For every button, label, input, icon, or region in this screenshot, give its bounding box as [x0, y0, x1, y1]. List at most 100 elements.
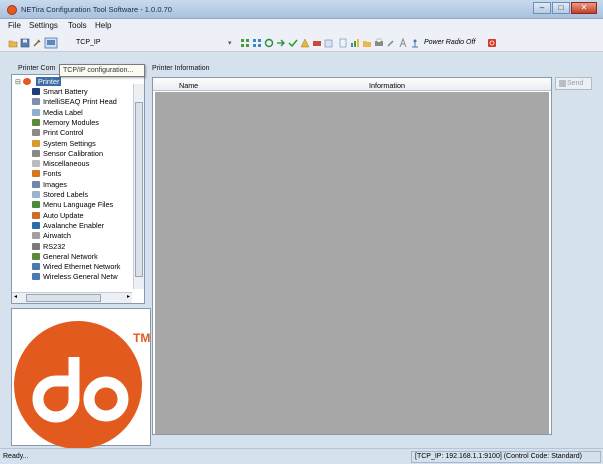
tree-item[interactable]: Airwatch — [32, 231, 71, 241]
tree-item-label: Fonts — [43, 169, 62, 179]
tree-item-label: Avalanche Enabler — [43, 220, 105, 230]
menu-file[interactable]: File — [8, 21, 21, 30]
tree-item[interactable]: Wired Ethernet Network — [32, 262, 120, 272]
send-button[interactable]: Send — [555, 77, 592, 90]
window-title: NETira Configuration Tool Software - 1.0… — [21, 5, 172, 14]
printer-red-icon[interactable] — [312, 38, 322, 48]
minimize-button[interactable]: – — [533, 2, 551, 14]
menu-help[interactable]: Help — [95, 21, 111, 30]
radio-tower-icon[interactable] — [410, 38, 420, 48]
arrow-right-icon[interactable] — [276, 38, 286, 48]
open-folder-icon[interactable] — [8, 38, 18, 48]
fonts-icon — [32, 170, 40, 178]
save-icon[interactable] — [20, 38, 30, 48]
sensor-icon — [32, 149, 40, 157]
grid-icon[interactable] — [240, 38, 250, 48]
tree-item[interactable]: RS232 — [32, 242, 65, 252]
battery-icon — [32, 88, 40, 95]
tree-item[interactable]: Fonts — [32, 169, 61, 179]
grid-body[interactable] — [155, 92, 549, 434]
tcp-ip-tooltip: TCP/IP configuration... — [59, 64, 145, 77]
collapse-icon[interactable]: ⊟ — [15, 79, 21, 86]
tree-item[interactable]: Miscellaneous — [32, 159, 89, 169]
tree-item[interactable]: IntelliSEAQ Print Head — [32, 97, 117, 107]
printer-tree[interactable]: ⊟ Printer Smart Battery IntelliSEAQ Print… — [11, 74, 145, 304]
menu-tools[interactable]: Tools — [68, 21, 87, 30]
menu-bar: File Settings Tools Help — [0, 19, 603, 34]
scroll-right-icon[interactable]: ▸ — [127, 293, 130, 300]
document-icon[interactable] — [338, 38, 348, 48]
warning-icon[interactable] — [300, 38, 310, 48]
printer-root-icon — [22, 78, 31, 85]
memory-icon — [32, 118, 40, 126]
status-text: Ready... — [3, 453, 29, 460]
tree-item[interactable]: Print Control — [32, 128, 84, 138]
chart-icon[interactable] — [350, 38, 360, 48]
tree-vertical-scroll-thumb[interactable] — [135, 102, 143, 277]
tree-item-label: Smart Battery — [43, 87, 88, 96]
wireless-icon — [32, 273, 40, 281]
maximize-button[interactable]: □ — [552, 2, 570, 14]
rs232-icon — [32, 242, 40, 250]
connect-icon[interactable] — [264, 38, 274, 48]
tree-item[interactable]: Media Label — [32, 108, 83, 118]
grid-alt-icon[interactable] — [252, 38, 262, 48]
tree-item[interactable]: General Network — [32, 252, 98, 262]
brand-logo — [14, 321, 142, 449]
tree-item-label: Menu Language Files — [43, 200, 114, 210]
tree-item[interactable]: Stored Labels — [32, 190, 88, 200]
tree-horizontal-scrollbar[interactable]: ◂ ▸ — [12, 292, 132, 303]
tree-item-label: Print Control — [43, 128, 84, 138]
pen-icon[interactable] — [386, 38, 396, 48]
connection-status: [TCP_IP: 192.168.1.1:9100] (Control Code… — [411, 451, 601, 463]
column-header-name[interactable]: Name — [179, 81, 198, 90]
tree-item-label: Wired Ethernet Network — [43, 262, 121, 272]
edit-icon[interactable] — [324, 38, 334, 48]
network-icon — [32, 252, 40, 260]
tree-item[interactable]: Auto Update — [32, 211, 84, 221]
folder-icon[interactable] — [362, 38, 372, 48]
scroll-left-icon[interactable]: ◂ — [14, 293, 17, 300]
tree-item[interactable]: Avalanche Enabler — [32, 221, 104, 231]
tree-item-label: System Settings — [43, 138, 96, 148]
tree-item[interactable]: Menu Language Files — [32, 200, 113, 210]
app-icon — [7, 5, 17, 15]
send-label: Send — [567, 80, 584, 87]
tree-item[interactable]: System Settings — [32, 139, 96, 149]
avalanche-icon — [32, 221, 40, 229]
tcp-ip-configuration-icon[interactable] — [44, 37, 58, 50]
tree-item-label: Images — [43, 179, 67, 189]
system-settings-icon — [32, 139, 40, 147]
wrench-icon[interactable] — [32, 38, 42, 48]
status-bar: Ready... [TCP_IP: 192.168.1.1:9100] (Con… — [0, 448, 603, 464]
column-header-information[interactable]: Information — [369, 81, 405, 90]
tree-item-label: Memory Modules — [43, 117, 99, 127]
menu-settings[interactable]: Settings — [29, 21, 58, 30]
tree-item-label: General Network — [43, 251, 98, 261]
tree-item[interactable]: Wireless General Netw — [32, 272, 118, 282]
font-icon[interactable] — [398, 38, 408, 48]
language-icon — [32, 201, 40, 209]
auto-update-icon — [32, 211, 40, 219]
tree-item-label: RS232 — [43, 241, 66, 251]
toolbar: TCP_IP ▾ Power Radio Off — [0, 34, 603, 52]
tree-item[interactable]: Sensor Calibration — [32, 149, 103, 159]
power-off-icon[interactable] — [487, 38, 497, 48]
toolbar-dropdown-icon[interactable]: ▾ — [228, 39, 232, 47]
tree-item-label: Stored Labels — [43, 190, 89, 199]
tree-item[interactable]: Smart Battery — [32, 87, 88, 97]
tree-item-label: Sensor Calibration — [43, 148, 104, 158]
printer-components-label: Printer Com — [18, 65, 56, 72]
tree-root[interactable]: ⊟ Printer — [15, 77, 62, 87]
checkmark-icon[interactable] — [288, 38, 298, 48]
power-radio-label: Power Radio Off — [424, 39, 476, 46]
printer-information-grid[interactable]: Name Information — [152, 77, 552, 435]
close-button[interactable]: ✕ — [571, 2, 597, 14]
logo-panel: TM — [11, 308, 151, 449]
print-icon[interactable] — [374, 38, 384, 48]
tree-horizontal-scroll-thumb[interactable] — [26, 294, 101, 302]
tree-item[interactable]: Memory Modules — [32, 118, 99, 128]
tree-item[interactable]: Images — [32, 180, 67, 190]
send-icon — [559, 80, 566, 87]
tree-vertical-scrollbar[interactable] — [133, 84, 144, 289]
